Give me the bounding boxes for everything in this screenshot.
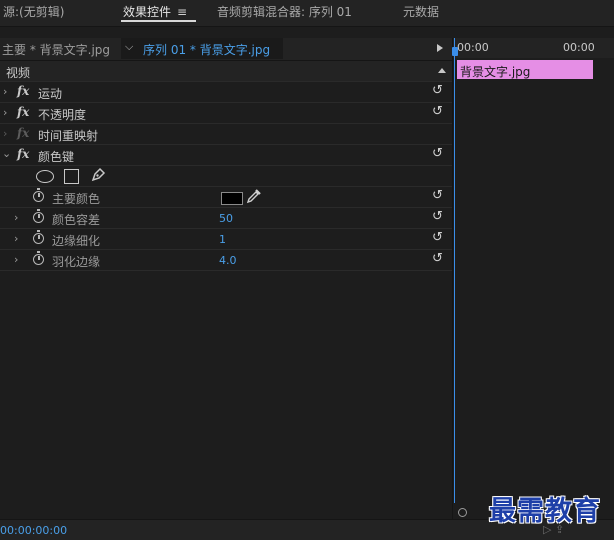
- stopwatch-icon[interactable]: [33, 209, 44, 223]
- pen-mask-icon[interactable]: [90, 167, 106, 183]
- stopwatch-icon[interactable]: [33, 188, 44, 202]
- property-value[interactable]: 4.0: [219, 254, 237, 267]
- playhead-handle[interactable]: [452, 47, 458, 56]
- effect-controls-list: 视频 › fx 运动 ↺ › fx 不透明度 ↺ › fx 时间重映射 ⌄ fx…: [0, 61, 452, 519]
- panel-menu-icon[interactable]: ≡: [177, 5, 187, 19]
- ruler-end-timecode: 00:00: [563, 41, 595, 54]
- ruler-start-timecode: 00:00: [457, 41, 489, 54]
- reset-icon[interactable]: ↺: [432, 146, 443, 161]
- reset-icon[interactable]: ↺: [432, 251, 443, 266]
- property-value[interactable]: 50: [219, 212, 233, 225]
- reset-icon[interactable]: ↺: [432, 230, 443, 245]
- sequence-clip-tab[interactable]: ⌵ 序列 01 * 背景文字.jpg: [121, 38, 283, 59]
- tab-source[interactable]: 源:(无剪辑): [3, 3, 64, 20]
- stopwatch-icon[interactable]: [33, 230, 44, 244]
- sequence-clip-label: 序列 01 * 背景文字.jpg: [143, 43, 271, 57]
- effect-label: 不透明度: [38, 108, 87, 122]
- tab-effect-controls-label: 效果控件: [123, 5, 172, 19]
- stopwatch-icon[interactable]: [33, 251, 44, 265]
- clip-label: 背景文字.jpg: [460, 65, 531, 79]
- reset-icon[interactable]: ↺: [432, 83, 443, 98]
- property-value[interactable]: 1: [219, 233, 226, 246]
- zoom-handle[interactable]: [458, 508, 467, 517]
- effect-label: 时间重映射: [38, 129, 99, 143]
- fx-icon[interactable]: fx: [17, 147, 29, 161]
- chevron-down-icon[interactable]: ⌵: [125, 40, 133, 54]
- watermark-logo: 最需教育: [489, 496, 601, 527]
- chevron-right-icon[interactable]: ›: [3, 127, 7, 140]
- eyedropper-icon[interactable]: [246, 188, 262, 204]
- key-color-swatch[interactable]: [221, 192, 243, 205]
- chevron-down-icon[interactable]: ⌄: [2, 147, 11, 160]
- active-tab-indicator: [121, 20, 196, 22]
- effect-row-motion: › fx 运动 ↺: [0, 82, 452, 103]
- panel-tab-bar: 源:(无剪辑) 效果控件 ≡ 音频剪辑混合器: 序列 01 元数据: [0, 0, 614, 27]
- fx-icon[interactable]: fx: [17, 84, 29, 98]
- mask-tools-row: [0, 166, 452, 187]
- playhead[interactable]: [452, 38, 458, 503]
- effect-label: 颜色键: [38, 150, 75, 164]
- time-ruler[interactable]: 00:00 00:00: [453, 38, 614, 58]
- property-label: 羽化边缘: [52, 255, 101, 269]
- property-row-edge-feather: › 羽化边缘 4.0 ↺: [0, 250, 452, 271]
- effect-row-opacity: › fx 不透明度 ↺: [0, 103, 452, 124]
- master-clip-tab[interactable]: 主要 * 背景文字.jpg: [2, 41, 110, 58]
- chevron-right-icon[interactable]: ›: [14, 232, 18, 245]
- property-row-color-tolerance: › 颜色容差 50 ↺: [0, 208, 452, 229]
- effect-row-color-key: ⌄ fx 颜色键 ↺: [0, 145, 452, 166]
- effect-label: 运动: [38, 87, 63, 101]
- chevron-right-icon[interactable]: ›: [14, 211, 18, 224]
- video-section-label: 视频: [6, 66, 31, 80]
- ellipse-mask-icon[interactable]: [36, 170, 54, 183]
- property-label: 颜色容差: [52, 213, 101, 227]
- property-label: 边缘细化: [52, 234, 101, 248]
- property-label: 主要颜色: [52, 192, 101, 206]
- section-header-video: 视频: [0, 61, 452, 82]
- effect-timeline: 00:00 00:00 背景文字.jpg: [452, 38, 614, 519]
- tab-metadata[interactable]: 元数据: [403, 3, 439, 20]
- property-row-key-color: 主要颜色 ↺: [0, 187, 452, 208]
- play-only-icon[interactable]: [437, 44, 443, 52]
- timeline-clip[interactable]: 背景文字.jpg: [457, 60, 593, 79]
- reset-icon[interactable]: ↺: [432, 188, 443, 203]
- property-row-edge-thin: › 边缘细化 1 ↺: [0, 229, 452, 250]
- fx-icon: fx: [17, 126, 30, 140]
- tab-audio-clip-mixer[interactable]: 音频剪辑混合器: 序列 01: [217, 3, 352, 20]
- fx-icon[interactable]: fx: [17, 105, 29, 119]
- caret-up-icon[interactable]: [438, 68, 446, 73]
- clip-selector-bar: 主要 * 背景文字.jpg ⌵ 序列 01 * 背景文字.jpg: [0, 38, 452, 61]
- chevron-right-icon[interactable]: ›: [3, 106, 7, 119]
- rectangle-mask-icon[interactable]: [64, 169, 79, 184]
- reset-icon[interactable]: ↺: [432, 104, 443, 119]
- chevron-right-icon[interactable]: ›: [14, 253, 18, 266]
- reset-icon[interactable]: ↺: [432, 209, 443, 224]
- chevron-right-icon[interactable]: ›: [3, 85, 7, 98]
- effect-row-time-remapping: › fx 时间重映射: [0, 124, 452, 145]
- tab-effect-controls[interactable]: 效果控件 ≡: [123, 3, 187, 20]
- current-timecode[interactable]: 00:00:00:00: [0, 524, 67, 537]
